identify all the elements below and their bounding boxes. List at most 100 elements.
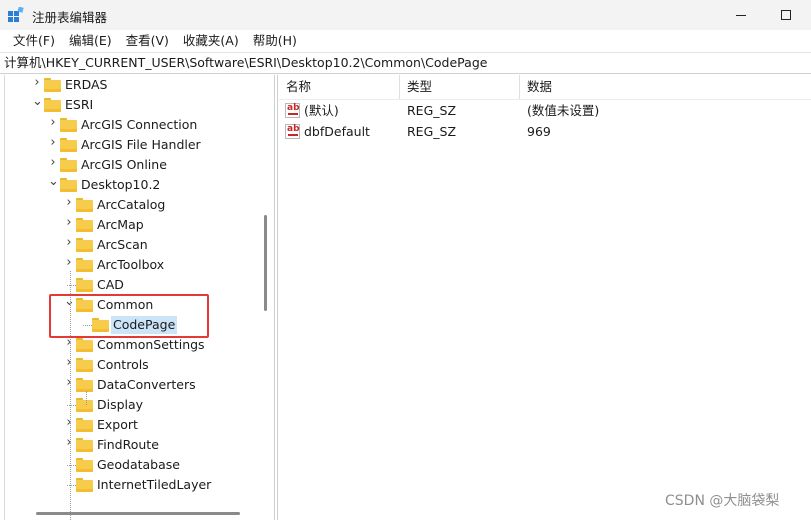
maximize-icon	[781, 10, 791, 20]
values-list-pane[interactable]: 名称 类型 数据 ab (默认) REG_SZ (数值未设置) ab dbfDe…	[279, 75, 811, 520]
chevron-right-icon[interactable]: ›	[64, 356, 74, 369]
tree-item-arcgis-connection[interactable]: › ArcGIS Connection	[0, 115, 258, 135]
tree-item-export[interactable]: › Export	[0, 415, 258, 435]
tree-item-findroute[interactable]: › FindRoute	[0, 435, 258, 455]
tree-item-label: ArcGIS Online	[81, 157, 167, 172]
folder-icon	[44, 98, 61, 112]
folder-icon	[44, 78, 61, 92]
tree-item-label: ArcGIS File Handler	[81, 137, 201, 152]
tree-horizontal-scrollbar[interactable]	[0, 505, 258, 520]
tree-item-esri[interactable]: ⌄ ESRI	[0, 95, 258, 115]
chevron-right-icon[interactable]: ›	[64, 216, 74, 229]
pane-splitter[interactable]	[274, 75, 278, 520]
tree-item-dataconverters[interactable]: › DataConverters	[0, 375, 258, 395]
folder-icon	[76, 258, 93, 272]
column-header-name[interactable]: 名称	[279, 75, 400, 99]
folder-icon	[76, 418, 93, 432]
tree-connector	[67, 465, 76, 466]
tree-item-geodatabase[interactable]: Geodatabase	[0, 455, 258, 475]
tree-item-label: ArcToolbox	[97, 257, 165, 272]
tree-item-controls[interactable]: › Controls	[0, 355, 258, 375]
folder-icon	[76, 278, 93, 292]
chevron-right-icon[interactable]: ›	[64, 256, 74, 269]
folder-icon	[76, 238, 93, 252]
tree-item-label: Geodatabase	[97, 457, 180, 472]
chevron-right-icon[interactable]: ›	[48, 136, 58, 149]
folder-icon	[76, 338, 93, 352]
folder-icon	[76, 398, 93, 412]
folder-icon	[76, 378, 93, 392]
column-header-data[interactable]: 数据	[520, 75, 810, 99]
chevron-down-icon[interactable]: ⌄	[48, 175, 59, 188]
value-type: REG_SZ	[407, 124, 457, 139]
folder-icon	[60, 178, 77, 192]
tree-item-label: Desktop10.2	[81, 177, 161, 192]
chevron-right-icon[interactable]: ›	[64, 436, 74, 449]
title-bar: 注册表编辑器	[0, 0, 811, 30]
chevron-right-icon[interactable]: ›	[64, 196, 74, 209]
folder-icon	[76, 358, 93, 372]
tree-item-arcgis-file-handler[interactable]: › ArcGIS File Handler	[0, 135, 258, 155]
tree-connector	[67, 285, 76, 286]
folder-icon	[76, 478, 93, 492]
minimize-icon	[736, 14, 746, 16]
tree-vertical-scrollbar[interactable]	[258, 75, 274, 505]
menu-file[interactable]: 文件(F)	[6, 30, 62, 52]
folder-icon	[76, 218, 93, 232]
chevron-right-icon[interactable]: ›	[48, 116, 58, 129]
folder-icon	[60, 118, 77, 132]
list-row[interactable]: ab (默认) REG_SZ (数值未设置)	[279, 100, 811, 121]
value-type: REG_SZ	[407, 103, 457, 118]
value-data: 969	[527, 124, 551, 139]
tree-item-display[interactable]: Display	[0, 395, 258, 415]
column-header-type[interactable]: 类型	[400, 75, 520, 99]
tree-item-label: Display	[97, 397, 144, 412]
tree-item-arcgis-online[interactable]: › ArcGIS Online	[0, 155, 258, 175]
tree-horizontal-scroll-thumb[interactable]	[36, 512, 240, 515]
minimize-button[interactable]	[718, 0, 764, 30]
tree-item-label: ArcGIS Connection	[81, 117, 198, 132]
tree-item-internettiledlayer[interactable]: InternetTiledLayer	[0, 475, 258, 495]
tree-item-label: ERDAS	[65, 77, 108, 92]
chevron-down-icon[interactable]: ⌄	[32, 95, 43, 108]
chevron-right-icon[interactable]: ›	[64, 416, 74, 429]
tree-connector	[67, 485, 76, 486]
maximize-button[interactable]	[763, 0, 809, 30]
tree-item-arcscan[interactable]: › ArcScan	[0, 235, 258, 255]
tree-item-label: DataConverters	[97, 377, 196, 392]
tree-item-cad[interactable]: CAD	[0, 275, 258, 295]
tree-item-commonsettings[interactable]: › CommonSettings	[0, 335, 258, 355]
tree-item-desktop10-2[interactable]: ⌄ Desktop10.2	[0, 175, 258, 195]
chevron-right-icon[interactable]: ›	[64, 336, 74, 349]
chevron-right-icon[interactable]: ›	[32, 76, 42, 89]
list-row[interactable]: ab dbfDefault REG_SZ 969	[279, 121, 811, 142]
menu-favorites[interactable]: 收藏夹(A)	[176, 30, 246, 52]
tree-item-arccatalog[interactable]: › ArcCatalog	[0, 195, 258, 215]
value-name: dbfDefault	[304, 124, 370, 139]
tree-item-label: ESRI	[65, 97, 94, 112]
tree-item-label: CommonSettings	[97, 337, 205, 352]
tree-item-label: InternetTiledLayer	[97, 477, 212, 492]
window-title: 注册表编辑器	[32, 10, 108, 25]
string-value-icon: ab	[285, 124, 300, 139]
menu-view[interactable]: 查看(V)	[119, 30, 176, 52]
tree-item-arcmap[interactable]: › ArcMap	[0, 215, 258, 235]
menu-help[interactable]: 帮助(H)	[246, 30, 304, 52]
folder-icon	[76, 198, 93, 212]
chevron-right-icon[interactable]: ›	[48, 156, 58, 169]
folder-icon	[60, 138, 77, 152]
menu-edit[interactable]: 编辑(E)	[62, 30, 119, 52]
address-bar[interactable]: 计算机\HKEY_CURRENT_USER\Software\ESRI\Desk…	[0, 52, 811, 74]
tree-pane-border	[4, 75, 5, 520]
tree-item-label: FindRoute	[97, 437, 159, 452]
value-data: (数值未设置)	[527, 103, 600, 118]
chevron-right-icon[interactable]: ›	[64, 236, 74, 249]
string-value-icon: ab	[285, 103, 300, 118]
tree-item-label: CAD	[97, 277, 124, 292]
registry-editor-icon	[8, 7, 24, 22]
tree-guide-line	[86, 391, 87, 405]
chevron-right-icon[interactable]: ›	[64, 376, 74, 389]
tree-item-arctoolbox[interactable]: › ArcToolbox	[0, 255, 258, 275]
tree-vertical-scroll-thumb[interactable]	[264, 215, 267, 311]
tree-item-erdas[interactable]: › ERDAS	[0, 75, 258, 95]
